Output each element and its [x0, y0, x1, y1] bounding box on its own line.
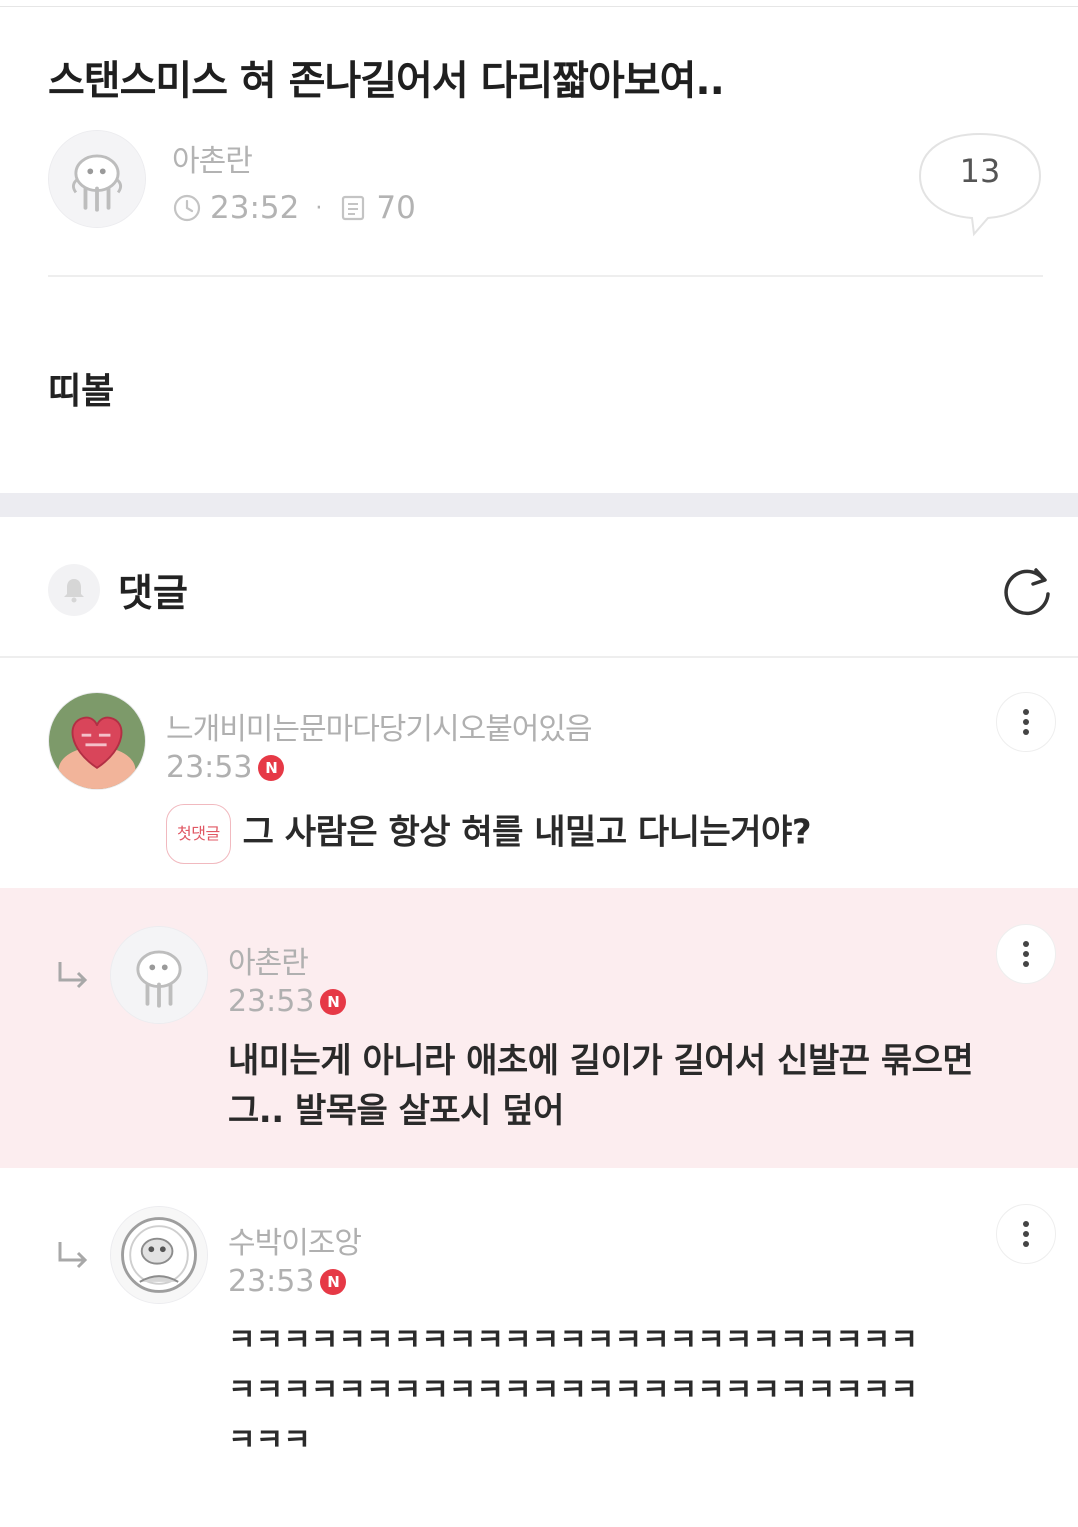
- comment-time-text: 23:53: [228, 984, 315, 1019]
- new-badge: N: [258, 754, 285, 781]
- comment-text-line: 그.. 발목을 살포시 덮어: [228, 1091, 564, 1131]
- commenter-avatar[interactable]: [110, 926, 208, 1024]
- comment-count[interactable]: 13: [916, 152, 1044, 190]
- commenter-name[interactable]: 수박이조앙: [228, 1218, 362, 1262]
- heart-avatar-icon: [49, 693, 145, 789]
- comment-text-line: ㅋㅋㅋㅋㅋㅋㅋㅋㅋㅋㅋㅋㅋㅋㅋㅋㅋㅋㅋㅋㅋㅋㅋㅋㅋ: [228, 1373, 918, 1408]
- comment-time-text: 23:53: [166, 750, 253, 785]
- commenter-avatar[interactable]: [48, 692, 146, 790]
- post-views: 70: [376, 190, 416, 226]
- comment-text: 내미는게 아니라 애초에 길이가 길어서 신발끈 묶으면 그.. 발목을 살포시…: [228, 1036, 974, 1136]
- comments-header: 댓글: [48, 562, 188, 617]
- reply-arrow-icon: [58, 962, 88, 989]
- comment-item: 느개비미는문마다당기시오붙어있음 23:53 N 첫댓글 그 사람은 항상 혀를 …: [0, 658, 1078, 888]
- post-title: 스탠스미스 혀 존나길어서 다리짧아보여..: [48, 58, 725, 104]
- comment-text-content: 그 사람은 항상 혀를 내밀고 다니는거야?: [242, 812, 812, 853]
- astronaut-avatar-icon: [111, 1207, 207, 1303]
- reply-item: 아촌란 23:53 N 내미는게 아니라 애초에 길이가 길어서 신발끈 묶으면…: [0, 888, 1078, 1168]
- top-divider: [0, 6, 1078, 7]
- reply-arrow-icon: [58, 1242, 88, 1269]
- commenter-name[interactable]: 아촌란: [228, 938, 309, 982]
- section-separator: [0, 493, 1078, 517]
- author-avatar[interactable]: [48, 130, 146, 228]
- header-divider: [48, 275, 1043, 277]
- more-options-button[interactable]: [996, 924, 1056, 984]
- commenter-avatar[interactable]: [110, 1206, 208, 1304]
- post-meta: 23:52 · 70: [172, 190, 416, 226]
- first-comment-badge: 첫댓글: [166, 804, 231, 864]
- comments-label: 댓글: [118, 571, 188, 615]
- meta-separator: ·: [315, 195, 323, 221]
- more-vertical-icon: [1023, 709, 1029, 735]
- comment-text: 첫댓글 그 사람은 항상 혀를 내밀고 다니는거야?: [166, 804, 812, 864]
- comment-time: 23:53 N: [228, 1264, 347, 1299]
- commenter-name[interactable]: 느개비미는문마다당기시오붙어있음: [166, 704, 593, 748]
- post-page: 스탠스미스 혀 존나길어서 다리짧아보여.. 아촌란 23:52 · 70 13…: [0, 0, 1078, 1527]
- more-options-button[interactable]: [996, 1204, 1056, 1264]
- bell-button[interactable]: [48, 563, 100, 616]
- comment-time: 23:53 N: [228, 984, 347, 1019]
- more-vertical-icon: [1023, 941, 1029, 967]
- bell-icon: [64, 578, 84, 602]
- document-icon: [342, 195, 365, 221]
- new-badge: N: [320, 988, 347, 1015]
- comment-time-text: 23:53: [228, 1264, 315, 1299]
- post-body: 띠볼: [48, 371, 115, 412]
- comment-text-line: ㅋㅋㅋㅋㅋㅋㅋㅋㅋㅋㅋㅋㅋㅋㅋㅋㅋㅋㅋㅋㅋㅋㅋㅋㅋ: [228, 1323, 918, 1358]
- reply-item: 수박이조앙 23:53 N ㅋㅋㅋㅋㅋㅋㅋㅋㅋㅋㅋㅋㅋㅋㅋㅋㅋㅋㅋㅋㅋㅋㅋㅋㅋ …: [0, 1168, 1078, 1527]
- character-avatar-icon: [111, 927, 207, 1023]
- more-options-button[interactable]: [996, 692, 1056, 752]
- new-badge: N: [320, 1268, 347, 1295]
- comment-text: ㅋㅋㅋㅋㅋㅋㅋㅋㅋㅋㅋㅋㅋㅋㅋㅋㅋㅋㅋㅋㅋㅋㅋㅋㅋ ㅋㅋㅋㅋㅋㅋㅋㅋㅋㅋㅋㅋㅋㅋ…: [228, 1316, 918, 1466]
- comment-text-line: ㅋㅋㅋ: [228, 1423, 311, 1458]
- clock-icon: [173, 194, 201, 222]
- more-vertical-icon: [1023, 1221, 1029, 1247]
- comment-text-line: 내미는게 아니라 애초에 길이가 길어서 신발끈 묶으면: [228, 1041, 974, 1081]
- author-name[interactable]: 아촌란: [172, 136, 253, 180]
- refresh-icon[interactable]: [998, 562, 1056, 620]
- post-time: 23:52: [210, 190, 300, 226]
- comment-time: 23:53 N: [166, 750, 285, 785]
- character-avatar-icon: [49, 131, 145, 227]
